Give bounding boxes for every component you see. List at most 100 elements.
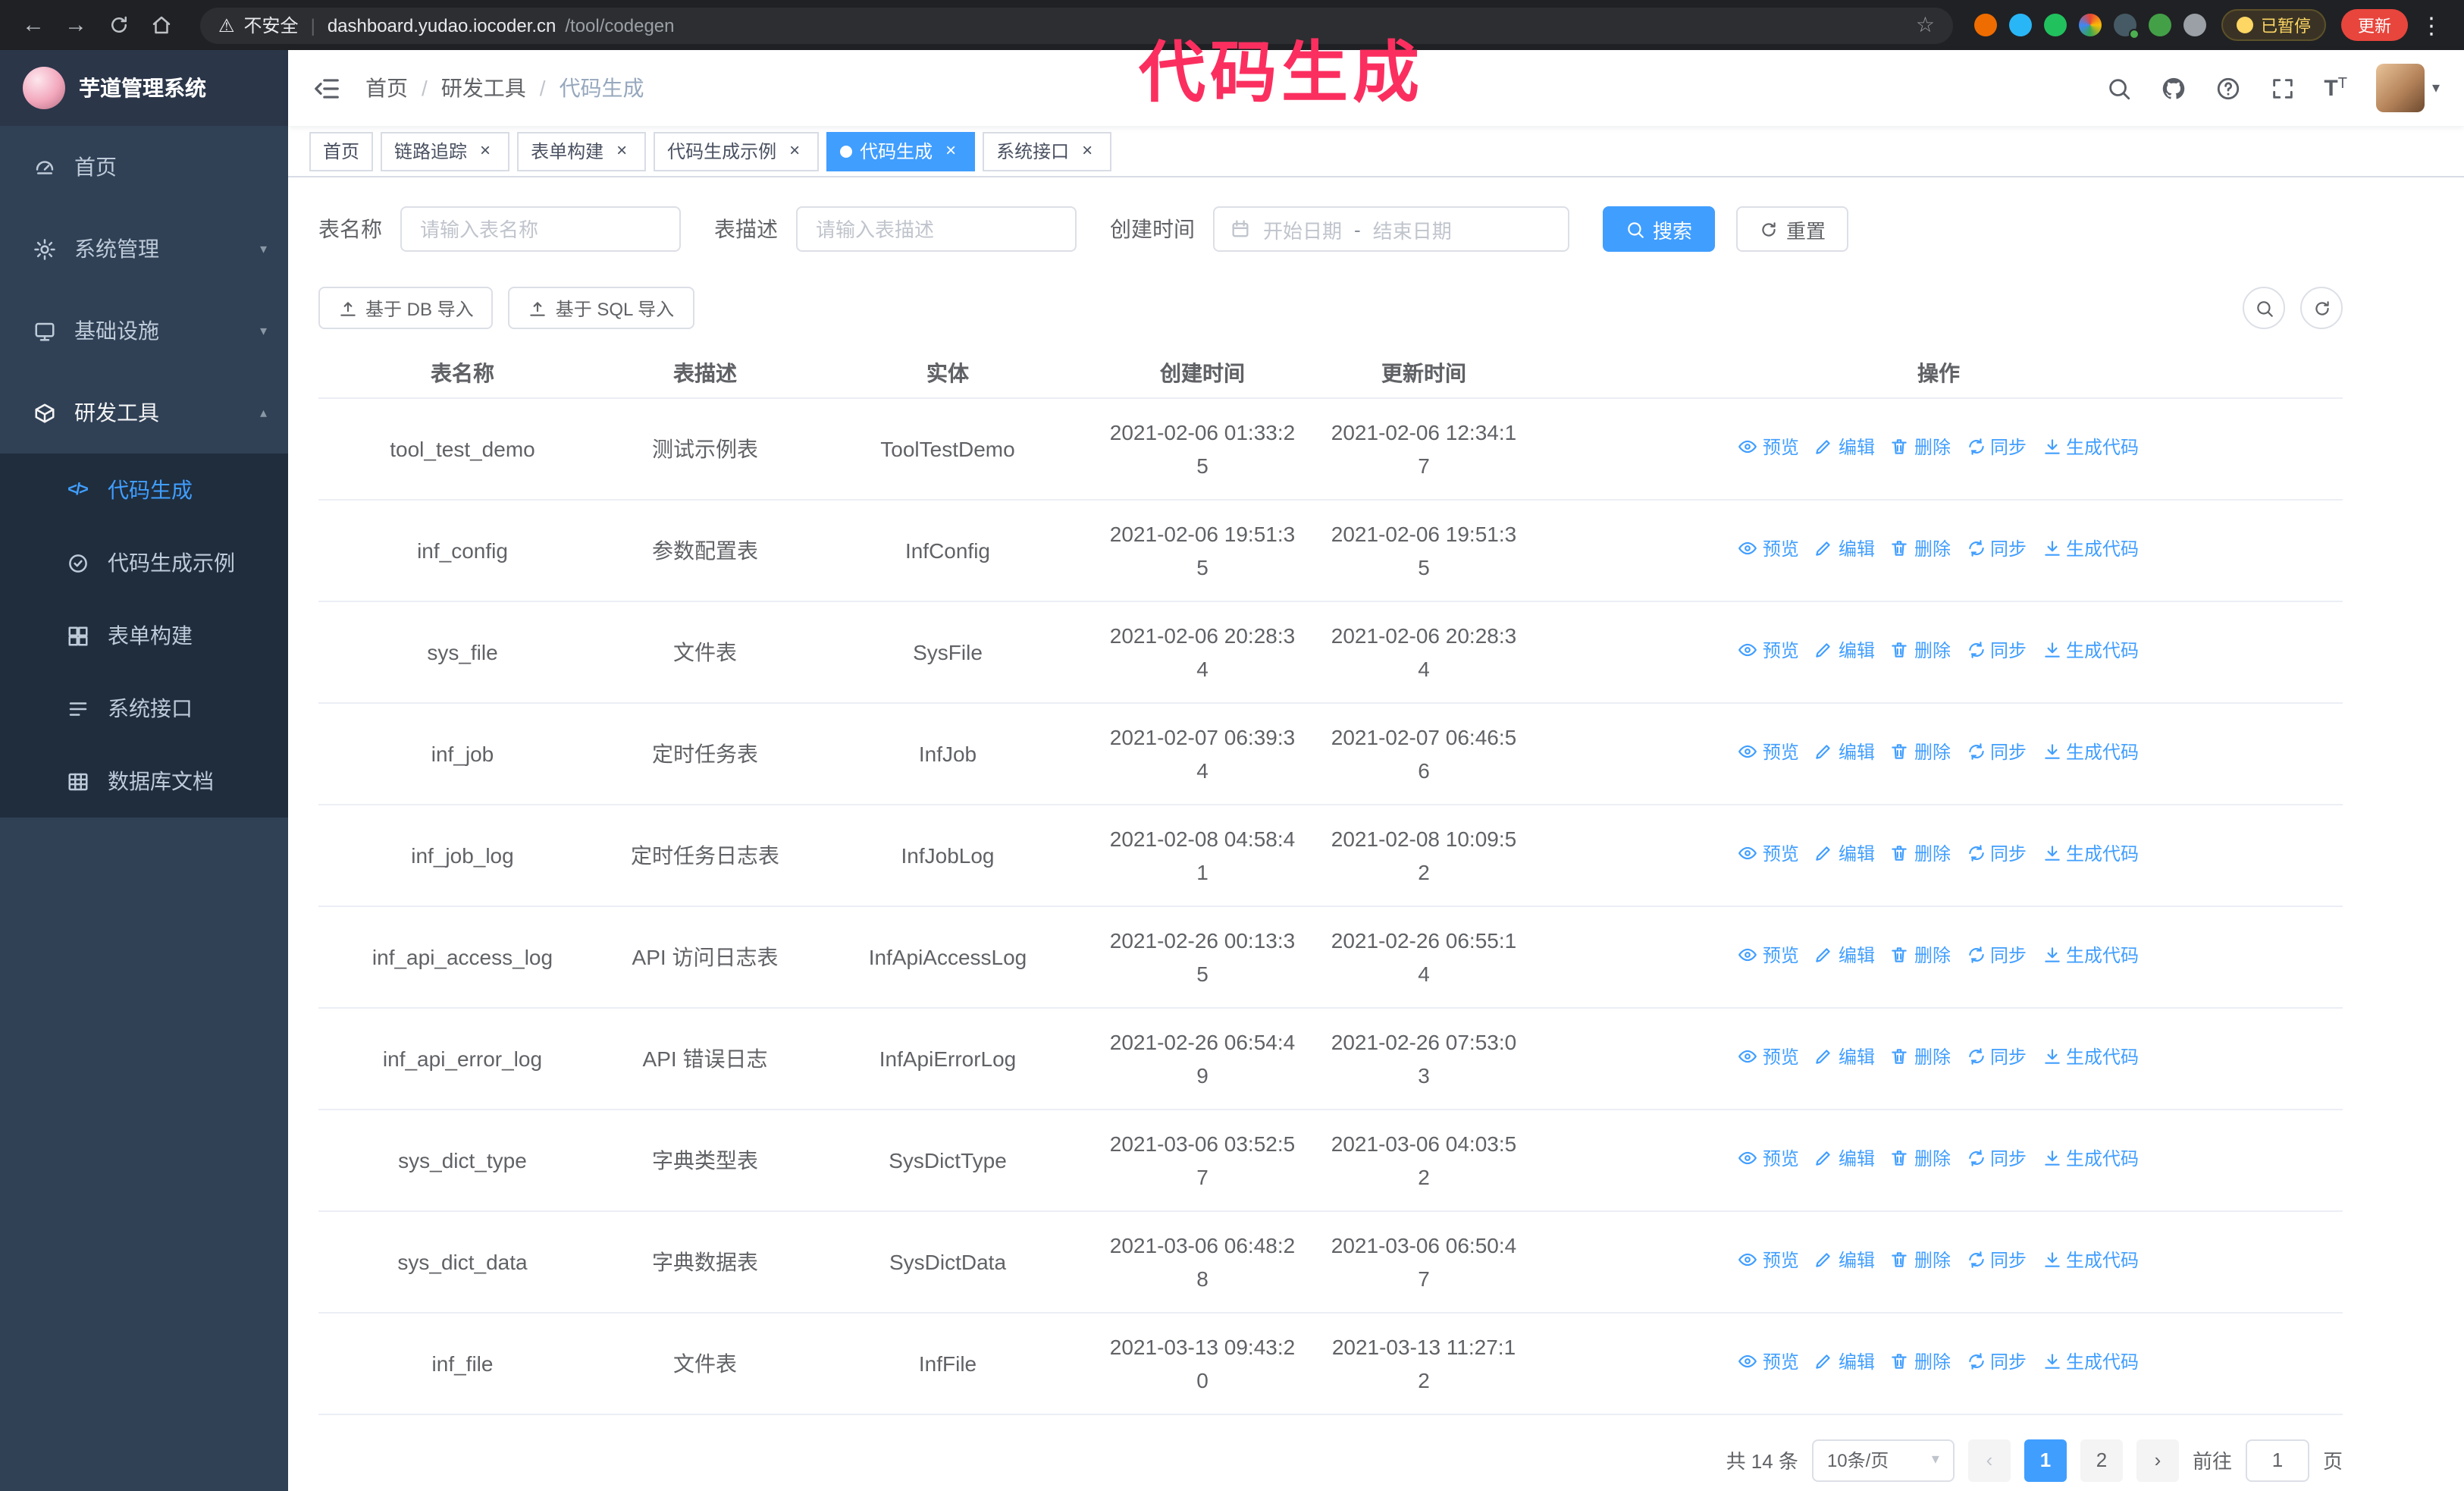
- edit-link[interactable]: 编辑: [1814, 1041, 1875, 1074]
- preview-link[interactable]: 预览: [1738, 1142, 1799, 1176]
- sync-link[interactable]: 同步: [1966, 939, 2027, 972]
- edit-link[interactable]: 编辑: [1814, 431, 1875, 464]
- back-icon[interactable]: ←: [15, 7, 52, 43]
- prev-page-button[interactable]: ‹: [1967, 1439, 2011, 1481]
- github-icon[interactable]: [2160, 75, 2186, 101]
- preview-link[interactable]: 预览: [1738, 1244, 1799, 1277]
- browser-menu-icon[interactable]: ⋮: [2414, 11, 2449, 39]
- sidebar-item-dev-tools[interactable]: 研发工具 ▴: [0, 372, 288, 454]
- tab-close-icon[interactable]: ×: [611, 140, 632, 162]
- drop-extension-icon[interactable]: [2009, 14, 2032, 36]
- sync-link[interactable]: 同步: [1966, 431, 2027, 464]
- page-button-1[interactable]: 1: [2024, 1439, 2067, 1481]
- generate-code-link[interactable]: 生成代码: [2042, 1244, 2139, 1277]
- delete-link[interactable]: 删除: [1890, 736, 1951, 769]
- reload-icon[interactable]: [100, 7, 136, 43]
- tab-代码生成[interactable]: 代码生成 ×: [826, 131, 976, 171]
- breadcrumb-item[interactable]: 首页: [365, 73, 408, 103]
- date-range-picker[interactable]: 开始日期 - 结束日期: [1213, 206, 1569, 252]
- edit-link[interactable]: 编辑: [1814, 532, 1875, 566]
- delete-link[interactable]: 删除: [1890, 431, 1951, 464]
- sidebar-item-form-builder[interactable]: 表单构建: [0, 599, 288, 672]
- edit-link[interactable]: 编辑: [1814, 1142, 1875, 1176]
- delete-link[interactable]: 删除: [1890, 939, 1951, 972]
- pin-extension-icon[interactable]: [2183, 14, 2206, 36]
- page-size-select[interactable]: 10条/页 ▾: [1811, 1439, 1955, 1481]
- generate-code-link[interactable]: 生成代码: [2042, 431, 2139, 464]
- badged-extension-icon[interactable]: [2114, 14, 2140, 39]
- edit-link[interactable]: 编辑: [1814, 736, 1875, 769]
- tab-close-icon[interactable]: ×: [940, 140, 961, 162]
- generate-code-link[interactable]: 生成代码: [2042, 532, 2139, 566]
- edit-link[interactable]: 编辑: [1814, 939, 1875, 972]
- sync-link[interactable]: 同步: [1966, 634, 2027, 667]
- delete-link[interactable]: 删除: [1890, 1244, 1951, 1277]
- search-icon[interactable]: [2105, 75, 2131, 101]
- sync-link[interactable]: 同步: [1966, 736, 2027, 769]
- tab-代码生成示例[interactable]: 代码生成示例 ×: [654, 131, 820, 171]
- sync-link[interactable]: 同步: [1966, 1244, 2027, 1277]
- edit-link[interactable]: 编辑: [1814, 1345, 1875, 1379]
- update-button[interactable]: 更新: [2341, 9, 2408, 41]
- sidebar-item-codegen[interactable]: </> 代码生成: [0, 454, 288, 526]
- tab-链路追踪[interactable]: 链路追踪 ×: [381, 131, 510, 171]
- paused-badge[interactable]: 已暂停: [2221, 9, 2326, 41]
- preview-link[interactable]: 预览: [1738, 837, 1799, 871]
- sidebar-item-home[interactable]: 首页: [0, 126, 288, 208]
- colorful-extension-icon[interactable]: [2079, 14, 2102, 36]
- sidebar-item-system[interactable]: 系统管理 ▾: [0, 208, 288, 290]
- preview-link[interactable]: 预览: [1738, 736, 1799, 769]
- preview-link[interactable]: 预览: [1738, 634, 1799, 667]
- reset-button[interactable]: 重置: [1736, 206, 1849, 252]
- generate-code-link[interactable]: 生成代码: [2042, 634, 2139, 667]
- app-logo-row[interactable]: 芋道管理系统: [0, 50, 288, 126]
- search-button[interactable]: 搜索: [1603, 206, 1716, 252]
- sync-link[interactable]: 同步: [1966, 1142, 2027, 1176]
- table-name-input[interactable]: [400, 206, 681, 252]
- sync-link[interactable]: 同步: [1966, 1345, 2027, 1379]
- home-icon[interactable]: [143, 7, 179, 43]
- delete-link[interactable]: 删除: [1890, 1041, 1951, 1074]
- fullscreen-icon[interactable]: [2269, 75, 2295, 101]
- sync-link[interactable]: 同步: [1966, 1041, 2027, 1074]
- tab-close-icon[interactable]: ×: [784, 140, 805, 162]
- import-sql-button[interactable]: 基于 SQL 导入: [508, 287, 694, 329]
- generate-code-link[interactable]: 生成代码: [2042, 1041, 2139, 1074]
- leaf-extension-icon[interactable]: [2149, 14, 2171, 36]
- edit-link[interactable]: 编辑: [1814, 634, 1875, 667]
- delete-link[interactable]: 删除: [1890, 1142, 1951, 1176]
- sidebar-item-db-doc[interactable]: 数据库文档: [0, 745, 288, 818]
- tab-表单构建[interactable]: 表单构建 ×: [517, 131, 647, 171]
- delete-link[interactable]: 删除: [1890, 634, 1951, 667]
- sync-link[interactable]: 同步: [1966, 532, 2027, 566]
- green-check-extension-icon[interactable]: [2044, 14, 2067, 36]
- edit-link[interactable]: 编辑: [1814, 1244, 1875, 1277]
- goto-page-input[interactable]: [2245, 1439, 2309, 1481]
- tab-首页[interactable]: 首页: [309, 131, 374, 171]
- preview-link[interactable]: 预览: [1738, 532, 1799, 566]
- fox-extension-icon[interactable]: [1974, 14, 1997, 36]
- breadcrumb-item[interactable]: 研发工具: [441, 73, 526, 103]
- generate-code-link[interactable]: 生成代码: [2042, 1142, 2139, 1176]
- forward-icon[interactable]: →: [58, 7, 94, 43]
- edit-link[interactable]: 编辑: [1814, 837, 1875, 871]
- generate-code-link[interactable]: 生成代码: [2042, 939, 2139, 972]
- sidebar-item-codegen-demo[interactable]: 代码生成示例: [0, 526, 288, 599]
- preview-link[interactable]: 预览: [1738, 1041, 1799, 1074]
- page-button-2[interactable]: 2: [2080, 1439, 2123, 1481]
- generate-code-link[interactable]: 生成代码: [2042, 837, 2139, 871]
- help-icon[interactable]: [2215, 75, 2240, 101]
- address-bar[interactable]: ⚠ 不安全 | dashboard.yudao.iocoder.cn/tool/…: [200, 7, 1953, 43]
- delete-link[interactable]: 删除: [1890, 1345, 1951, 1379]
- tab-close-icon[interactable]: ×: [475, 140, 496, 162]
- tab-系统接口[interactable]: 系统接口 ×: [983, 131, 1112, 171]
- tab-close-icon[interactable]: ×: [1077, 140, 1098, 162]
- preview-link[interactable]: 预览: [1738, 939, 1799, 972]
- sidebar-fold-icon[interactable]: [312, 74, 341, 102]
- generate-code-link[interactable]: 生成代码: [2042, 736, 2139, 769]
- bookmark-star-icon[interactable]: ☆: [1916, 12, 1935, 38]
- user-menu[interactable]: ▾: [2375, 64, 2440, 112]
- next-page-button[interactable]: ›: [2136, 1439, 2179, 1481]
- font-size-icon[interactable]: TT: [2324, 75, 2347, 101]
- generate-code-link[interactable]: 生成代码: [2042, 1345, 2139, 1379]
